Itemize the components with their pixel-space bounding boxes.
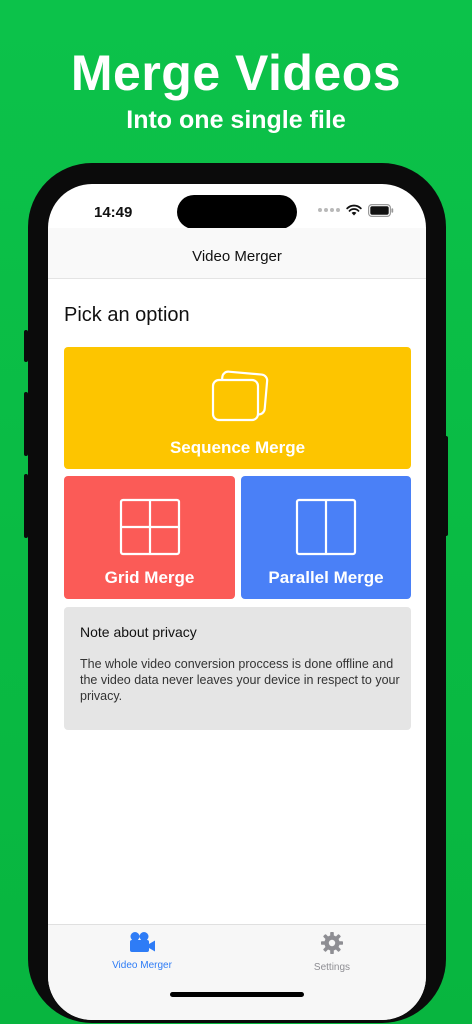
silent-switch <box>24 330 28 362</box>
volume-down-button <box>24 474 28 538</box>
grid-merge-button[interactable]: Grid Merge <box>64 476 235 599</box>
sequence-merge-button[interactable]: Sequence Merge <box>64 347 411 469</box>
split-columns-icon <box>295 498 357 556</box>
grid-icon <box>119 498 180 556</box>
parallel-merge-label: Parallel Merge <box>268 568 384 587</box>
tab-video-merger-label: Video Merger <box>112 960 172 971</box>
wifi-icon <box>346 204 362 216</box>
nav-title: Video Merger <box>192 248 282 265</box>
tab-settings[interactable]: Settings <box>272 931 392 973</box>
privacy-note: Note about privacy The whole video conve… <box>64 607 411 730</box>
status-icons <box>318 203 394 217</box>
stacked-frames-icon <box>211 370 268 422</box>
gear-icon <box>321 932 343 954</box>
status-time: 14:49 <box>94 204 133 221</box>
volume-up-button <box>24 392 28 456</box>
battery-icon <box>368 203 394 217</box>
sequence-merge-label: Sequence Merge <box>169 438 306 457</box>
home-indicator <box>170 992 304 997</box>
navigation-bar: Video Merger <box>48 228 426 279</box>
tab-settings-label: Settings <box>313 962 351 973</box>
section-title: Pick an option <box>64 304 190 326</box>
signal-dots-icon <box>318 208 340 212</box>
parallel-merge-button[interactable]: Parallel Merge <box>241 476 411 599</box>
tab-video-merger[interactable]: Video Merger <box>82 931 202 971</box>
phone-screen: 14:49 Video Merger Pick an option Sequen… <box>48 184 426 1020</box>
grid-merge-label: Grid Merge <box>104 568 195 587</box>
promo-subtitle: Into one single file <box>126 106 346 134</box>
privacy-note-title: Note about privacy <box>80 624 197 640</box>
dynamic-island <box>177 195 297 229</box>
privacy-note-body: The whole video conversion proccess is d… <box>80 657 400 703</box>
video-camera-icon <box>130 932 155 952</box>
promo-title: Merge Videos <box>70 45 402 101</box>
tab-bar: Video Merger Settings <box>48 924 426 1020</box>
power-button <box>444 436 448 536</box>
